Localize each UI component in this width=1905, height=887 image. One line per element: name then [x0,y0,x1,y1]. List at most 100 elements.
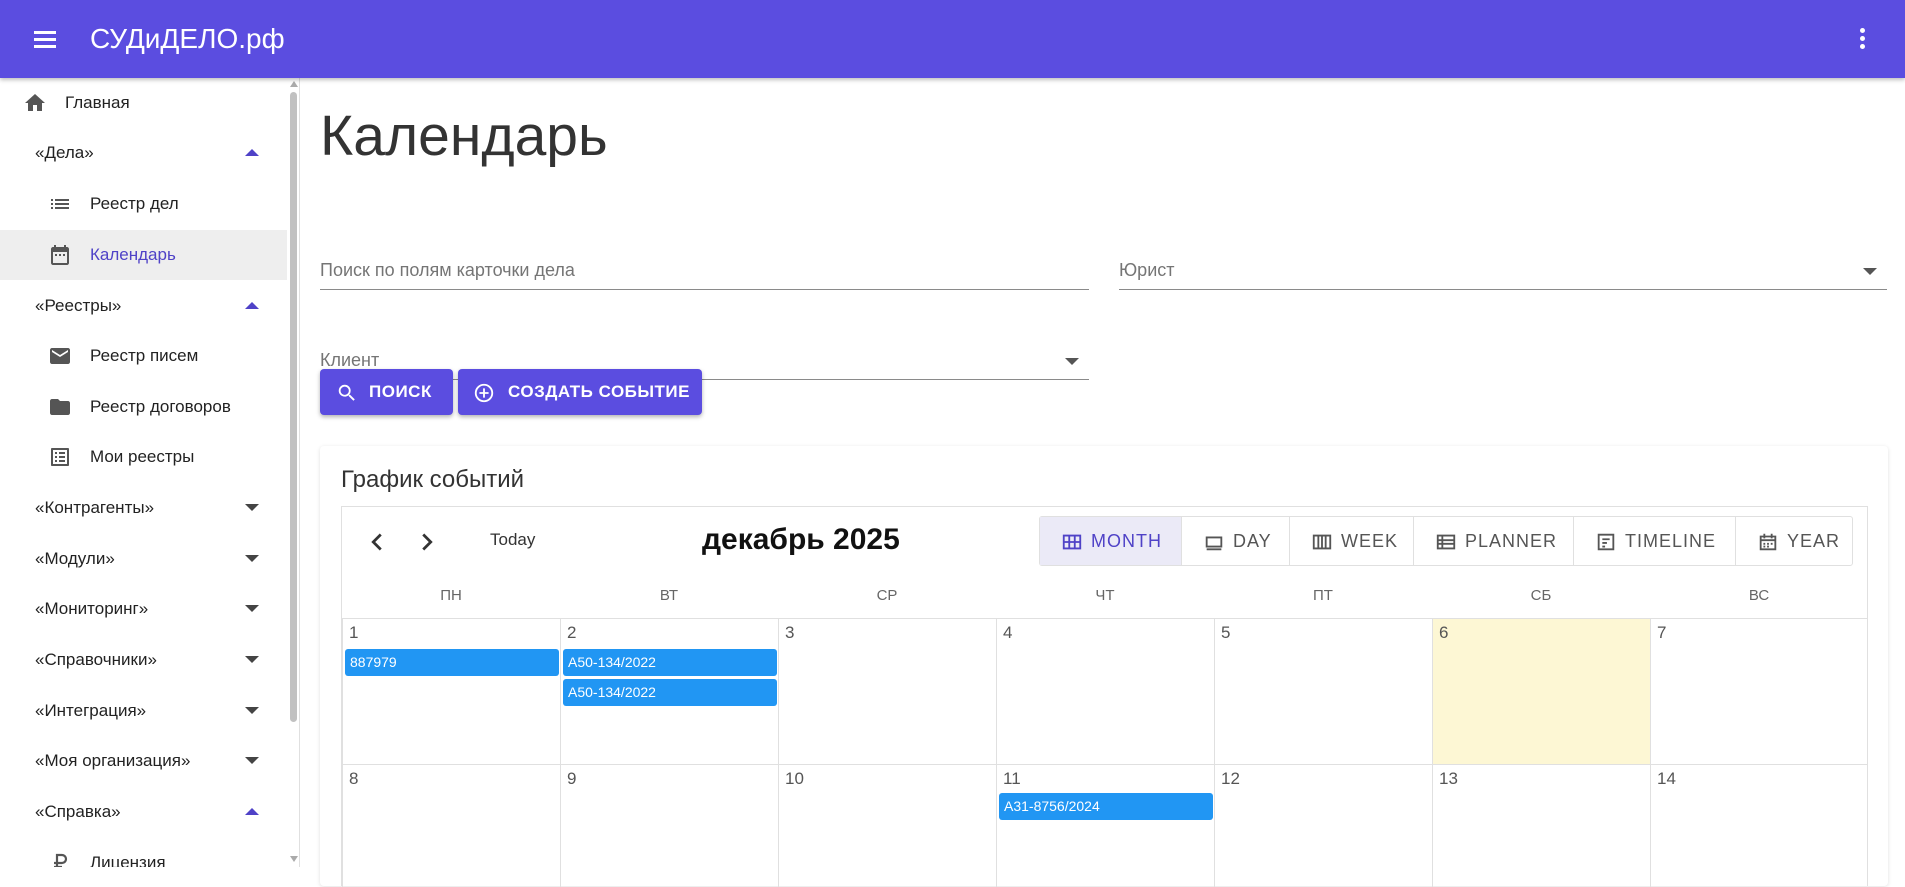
scrollbar-thumb[interactable] [290,92,297,722]
sidebar-group-cases[interactable]: «Дела» [0,128,287,178]
dropdown-arrow-icon[interactable] [1863,268,1877,275]
view-week-label: WEEK [1341,531,1399,551]
calendar-icon [51,245,69,265]
day-cell[interactable]: 12 [1214,764,1432,887]
view-planner[interactable]: PLANNER [1414,517,1574,565]
view-switcher: MONTH DAY WEEK PLANNER TIMELINE YEAR [1039,516,1853,566]
weekday-header: ВС [1748,587,1770,604]
weekday-header: ПН [440,587,462,604]
sidebar-group-help[interactable]: «Справка» [0,787,287,837]
sidebar-group-counterparties[interactable]: «Контрагенты» [0,483,287,533]
view-planner-label: PLANNER [1465,531,1558,551]
sidebar-group-label: «Справка» [35,802,121,821]
day-cell[interactable]: 3 [778,618,996,764]
view-month[interactable]: MONTH [1040,517,1182,565]
view-month-label: MONTH [1091,531,1162,551]
sidebar-group-my-org[interactable]: «Моя организация» [0,736,287,786]
create-event-button[interactable]: СОЗДАТЬ СОБЫТИЕ [458,369,702,415]
sidebar-group-integration[interactable]: «Интеграция» [0,686,287,736]
search-button-label: ПОИСК [369,382,432,401]
client-select-label: Клиент [320,350,380,370]
day-cell[interactable]: 2 А50-134/2022 А50-134/2022 [560,618,778,764]
menu-icon[interactable] [31,29,59,49]
calendar-icon [1759,533,1777,551]
search-field[interactable] [320,248,1089,290]
app-title[interactable]: СУДиДЕЛО.рф [90,20,285,58]
sidebar-item-label: Главная [65,93,130,112]
sidebar-item-label: Мои реестры [90,447,195,466]
sidebar-item-label: Календарь [90,245,176,264]
today-button[interactable]: Today [490,530,535,550]
dropdown-arrow-icon[interactable] [1065,358,1079,365]
sidebar-group-label: «Контрагенты» [35,498,155,517]
day-cell[interactable]: 4 [996,618,1214,764]
list-alt-icon [51,448,69,466]
schedule-card: График событий Today декабрь 2025 MONTH … [320,446,1888,887]
week-view-icon [1312,534,1332,550]
day-cell[interactable]: 14 [1650,764,1868,887]
sidebar-item-cases-registry[interactable]: Реестр дел [0,179,287,229]
ruble-icon [54,853,68,867]
search-button[interactable]: ПОИСК [320,369,453,415]
day-cell[interactable]: 11 А31-8756/2024 [996,764,1214,887]
weekday-header: ПТ [1313,587,1333,604]
sidebar-item-letters-registry[interactable]: Реестр писем [0,331,287,381]
day-number: 9 [567,769,577,788]
view-week[interactable]: WEEK [1290,517,1414,565]
search-input[interactable] [320,260,1089,281]
add-circle-icon [474,383,494,403]
calendar: Today декабрь 2025 MONTH DAY WEEK PLANNE… [341,506,1868,887]
calendar-event[interactable]: А50-134/2022 [563,649,777,676]
calendar-event[interactable]: 887979 [345,649,559,676]
day-number: 13 [1439,769,1458,788]
sidebar-group-label: «Моя организация» [35,751,191,770]
lawyer-select-label: Юрист [1119,260,1175,280]
sidebar-item-calendar[interactable]: Календарь [0,230,287,280]
weekday-header: ВТ [659,587,679,604]
scroll-down-arrow-icon[interactable] [290,856,298,862]
more-vert-icon[interactable] [1852,26,1872,52]
schedule-title: График событий [341,466,525,493]
timeline-icon [1597,533,1615,551]
day-cell[interactable]: 5 [1214,618,1432,764]
day-cell-today[interactable]: 6 [1432,618,1650,764]
sidebar-item-contracts-registry[interactable]: Реестр договоров [0,382,287,432]
calendar-event[interactable]: А50-134/2022 [563,679,777,706]
chevron-left-icon[interactable] [362,527,392,557]
sidebar-item-license[interactable]: Лицензия [0,838,287,867]
sidebar-group-label: «Интеграция» [35,701,147,720]
day-cell[interactable]: 7 [1650,618,1868,764]
day-cell[interactable]: 10 [778,764,996,887]
sidebar-group-monitoring[interactable]: «Мониторинг» [0,584,287,634]
list-icon [51,199,69,209]
chevron-down-icon [245,555,259,562]
sidebar-group-references[interactable]: «Справочники» [0,635,287,685]
view-timeline[interactable]: TIMELINE [1574,517,1736,565]
chevron-down-icon [245,504,259,511]
chevron-right-icon[interactable] [412,527,442,557]
day-cell[interactable]: 13 [1432,764,1650,887]
scroll-up-arrow-icon[interactable] [290,81,298,87]
view-day[interactable]: DAY [1182,517,1290,565]
calendar-month-title: декабрь 2025 [702,523,900,556]
view-year[interactable]: YEAR [1736,517,1852,565]
day-cell[interactable]: 8 [342,764,560,887]
sidebar-scrollbar[interactable] [287,78,299,867]
day-cell[interactable]: 1 887979 [342,618,560,764]
sidebar-item-my-registries[interactable]: Мои реестры [0,432,287,482]
day-number: 12 [1221,769,1240,788]
sidebar-group-registries[interactable]: «Реестры» [0,281,287,331]
day-number: 8 [349,769,359,788]
sidebar-group-modules[interactable]: «Модули» [0,534,287,584]
lawyer-select[interactable]: Юрист [1119,248,1887,290]
home-icon [25,94,45,111]
sidebar-group-label: «Модули» [35,549,115,568]
view-year-label: YEAR [1787,531,1841,551]
sidebar-item-home[interactable]: Главная [0,78,287,128]
sidebar-item-label: Реестр писем [90,346,199,365]
chevron-up-icon [245,302,259,309]
calendar-event[interactable]: А31-8756/2024 [999,793,1213,820]
chevron-down-icon [245,757,259,764]
search-icon [338,384,355,401]
day-cell[interactable]: 9 [560,764,778,887]
